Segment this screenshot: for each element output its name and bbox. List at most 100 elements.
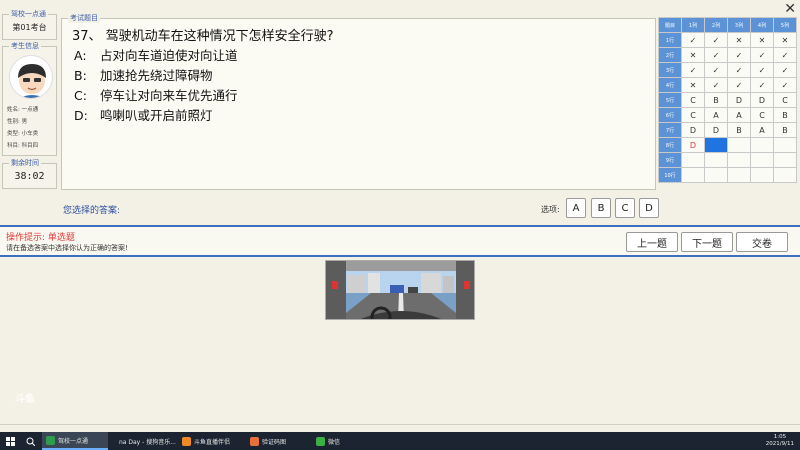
info-type: 类型: 小车类 xyxy=(7,131,39,137)
grid-cell[interactable] xyxy=(773,167,797,183)
grid-cell[interactable]: C xyxy=(681,92,705,108)
grid-cell[interactable]: ✓ xyxy=(704,32,728,48)
option-b[interactable]: B: 加速抢先绕过障碍物 xyxy=(74,65,213,84)
answer-d-button[interactable]: D xyxy=(639,198,659,218)
grid-cell[interactable] xyxy=(727,167,751,183)
grid-cell[interactable]: D xyxy=(681,122,705,138)
timer-value: 38:02 xyxy=(14,170,45,182)
grid-row: 5行 C B D D C xyxy=(658,92,797,108)
grid-cell[interactable] xyxy=(681,167,705,183)
grid-row-header: 7行 xyxy=(658,122,682,138)
grid-cell[interactable]: ✓ xyxy=(704,62,728,78)
grid-cell[interactable]: ✕ xyxy=(681,47,705,63)
image-icon xyxy=(250,436,259,446)
grid-cell[interactable]: D xyxy=(750,92,774,108)
taskbar-app-music[interactable]: na Day - 搜狗音乐... xyxy=(112,432,176,450)
grid-cell[interactable]: ✓ xyxy=(773,47,797,63)
option-d[interactable]: D: 鸣喇叭或开启前照灯 xyxy=(74,105,213,124)
grid-cell[interactable] xyxy=(681,152,705,168)
grid-cell[interactable]: ✕ xyxy=(773,32,797,48)
grid-cell[interactable]: B xyxy=(773,107,797,123)
grid-col-header: 4列 xyxy=(750,17,774,33)
grid-row-header: 6行 xyxy=(658,107,682,123)
grid-row-header: 8行 xyxy=(658,137,682,153)
question-image xyxy=(325,260,475,320)
grid-cell[interactable] xyxy=(773,152,797,168)
grid-col-header: 5列 xyxy=(773,17,797,33)
option-c[interactable]: C: 停车让对向来车优先通行 xyxy=(74,85,238,104)
answer-b-button[interactable]: B xyxy=(591,198,611,218)
grid-cell[interactable]: A xyxy=(750,122,774,138)
grid-row: 4行 ✕ ✓ ✓ ✓ ✓ xyxy=(658,77,797,93)
douyu-watermark: 斗鱼 xyxy=(15,394,35,405)
grid-cell[interactable]: C xyxy=(750,107,774,123)
prev-question-button[interactable]: 上一题 xyxy=(626,232,678,252)
taskbar: 驾校一点通 na Day - 搜狗音乐... 斗鱼直播伴侣 验证码图 微信 1:… xyxy=(0,432,800,450)
grid-cell[interactable] xyxy=(704,167,728,183)
grid-cell[interactable]: C xyxy=(681,107,705,123)
grid-row: 6行 C A A C B xyxy=(658,107,797,123)
grid-cell[interactable]: ✓ xyxy=(773,62,797,78)
grid-cell[interactable]: ✓ xyxy=(750,47,774,63)
grid-cell[interactable]: ✓ xyxy=(773,77,797,93)
grid-cell[interactable]: B xyxy=(727,122,751,138)
operation-hint-bar: 操作提示: 单选题 请在备选答案中选择你认为正确的答案! 上一题 下一题 交卷 xyxy=(0,225,800,257)
grid-cell[interactable]: ✓ xyxy=(681,32,705,48)
grid-col-header: 3列 xyxy=(727,17,751,33)
search-icon[interactable] xyxy=(22,432,36,450)
grid-row-header: 4行 xyxy=(658,77,682,93)
grid-cell[interactable] xyxy=(727,137,751,153)
answer-a-button[interactable]: A xyxy=(566,198,586,218)
grid-cell[interactable] xyxy=(727,152,751,168)
grid-cell[interactable]: ✓ xyxy=(727,77,751,93)
answer-c-button[interactable]: C xyxy=(615,198,635,218)
grid-cell[interactable] xyxy=(750,137,774,153)
grid-cell[interactable]: A xyxy=(704,107,728,123)
grid-cell[interactable]: ✓ xyxy=(704,47,728,63)
next-question-button[interactable]: 下一题 xyxy=(681,232,733,252)
grid-cell[interactable]: A xyxy=(727,107,751,123)
option-a[interactable]: A: 占对向车道迫使对向让道 xyxy=(74,45,238,64)
grid-row-header: 2行 xyxy=(658,47,682,63)
grid-cell-current[interactable] xyxy=(704,137,728,153)
taskbar-app-image[interactable]: 验证码图 xyxy=(246,432,308,450)
grid-cell[interactable]: B xyxy=(773,122,797,138)
grid-row: 9行 xyxy=(658,152,797,168)
seat-number: 第01考台 xyxy=(12,22,47,32)
grid-cell[interactable] xyxy=(750,167,774,183)
question-text: 37、 驾驶机动车在这种情况下怎样安全行驶? xyxy=(72,29,334,44)
grid-col-header: 1列 xyxy=(681,17,705,33)
avatar xyxy=(9,55,53,99)
grid-cell[interactable] xyxy=(750,152,774,168)
answer-grid: 题目 1列 2列 3列 4列 5列 1行 ✓ ✓ ✕ ✕ ✕ 2行 ✕ ✓ ✓ … xyxy=(658,17,797,183)
grid-cell[interactable]: ✕ xyxy=(727,32,751,48)
close-button[interactable]: ✕ xyxy=(784,1,796,17)
grid-cell[interactable] xyxy=(773,137,797,153)
options-label: 选项: xyxy=(541,205,560,214)
grid-cell[interactable]: ✓ xyxy=(704,77,728,93)
taskbar-app-jiaxiao[interactable]: 驾校一点通 xyxy=(42,432,108,450)
taskbar-app-wechat[interactable]: 微信 xyxy=(312,432,352,450)
grid-cell[interactable]: ✓ xyxy=(727,62,751,78)
taskbar-app-douyu[interactable]: 斗鱼直播伴侣 xyxy=(178,432,242,450)
grid-cell[interactable]: ✓ xyxy=(727,47,751,63)
submit-exam-button[interactable]: 交卷 xyxy=(736,232,788,252)
clock-date: 2021/9/11 xyxy=(765,441,794,447)
grid-cell[interactable]: D xyxy=(727,92,751,108)
grid-cell[interactable] xyxy=(704,152,728,168)
windows-start-icon[interactable] xyxy=(2,432,16,450)
grid-row-header: 5行 xyxy=(658,92,682,108)
grid-cell[interactable]: B xyxy=(704,92,728,108)
wechat-icon xyxy=(316,436,325,446)
grid-cell[interactable]: ✕ xyxy=(681,77,705,93)
grid-cell[interactable]: ✓ xyxy=(750,62,774,78)
grid-cell[interactable]: ✓ xyxy=(681,62,705,78)
grid-cell[interactable]: D xyxy=(681,137,705,153)
grid-cell[interactable]: ✓ xyxy=(750,77,774,93)
hint-title: 操作提示: 单选题 xyxy=(6,233,75,243)
info-name: 姓名: 一点通 xyxy=(7,107,39,113)
grid-cell[interactable]: C xyxy=(773,92,797,108)
grid-cell[interactable]: ✕ xyxy=(750,32,774,48)
system-clock[interactable]: 1:05 2021/9/11 xyxy=(766,434,794,448)
grid-cell[interactable]: D xyxy=(704,122,728,138)
